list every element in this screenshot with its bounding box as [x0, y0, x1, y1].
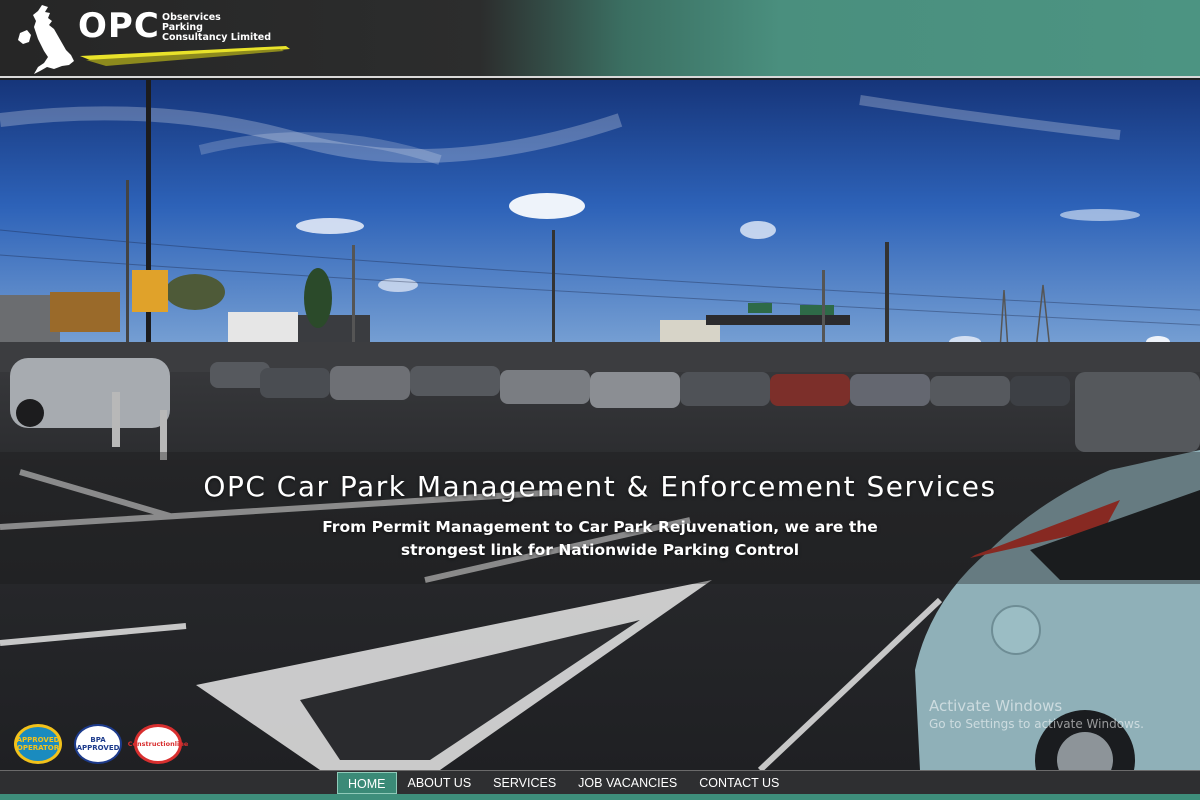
- site-header: OPC Observices Parking Consultancy Limit…: [0, 0, 1200, 78]
- logo-tagline-line: Consultancy Limited: [162, 32, 272, 43]
- nav-item-about-us[interactable]: ABOUT US: [397, 772, 483, 794]
- badge-label: APPROVED OPERATOR: [16, 736, 60, 752]
- nav-item-contact-us[interactable]: CONTACT US: [688, 772, 790, 794]
- activate-windows-watermark: Activate Windows Go to Settings to activ…: [929, 696, 1144, 732]
- hero-subtitle: From Permit Management to Car Park Rejuv…: [322, 518, 878, 559]
- constructionline-badge[interactable]: Constructionline: [128, 724, 188, 764]
- accreditation-badges: APPROVED OPERATOR BPA APPROVED Construct…: [14, 724, 188, 764]
- nav-item-services[interactable]: SERVICES: [482, 772, 567, 794]
- logo-letters[interactable]: OPC: [78, 6, 160, 46]
- bpa-approved-badge[interactable]: BPA APPROVED: [74, 724, 122, 764]
- hero-section: OPC Car Park Management & Enforcement Se…: [0, 80, 1200, 770]
- watermark-line2: Go to Settings to activate Windows.: [929, 717, 1144, 731]
- footer-accent-strip: [0, 794, 1200, 800]
- main-nav: HOME ABOUT US SERVICES JOB VACANCIES CON…: [337, 771, 790, 795]
- hero-title: OPC Car Park Management & Enforcement Se…: [203, 470, 997, 503]
- uk-map-icon: [18, 5, 74, 74]
- badge-label: BPA APPROVED: [76, 736, 120, 752]
- logo-swoosh: [80, 46, 290, 66]
- main-navigation-bar: HOME ABOUT US SERVICES JOB VACANCIES CON…: [0, 770, 1200, 794]
- nav-item-home[interactable]: HOME: [337, 772, 397, 794]
- approved-operator-badge[interactable]: APPROVED OPERATOR: [14, 724, 62, 764]
- nav-item-job-vacancies[interactable]: JOB VACANCIES: [567, 772, 688, 794]
- hero-background-photo: [0, 80, 1200, 770]
- badge-label: Constructionline: [127, 740, 189, 748]
- logo-tagline: Observices Parking Consultancy Limited: [162, 13, 271, 43]
- watermark-line1: Activate Windows: [929, 697, 1063, 715]
